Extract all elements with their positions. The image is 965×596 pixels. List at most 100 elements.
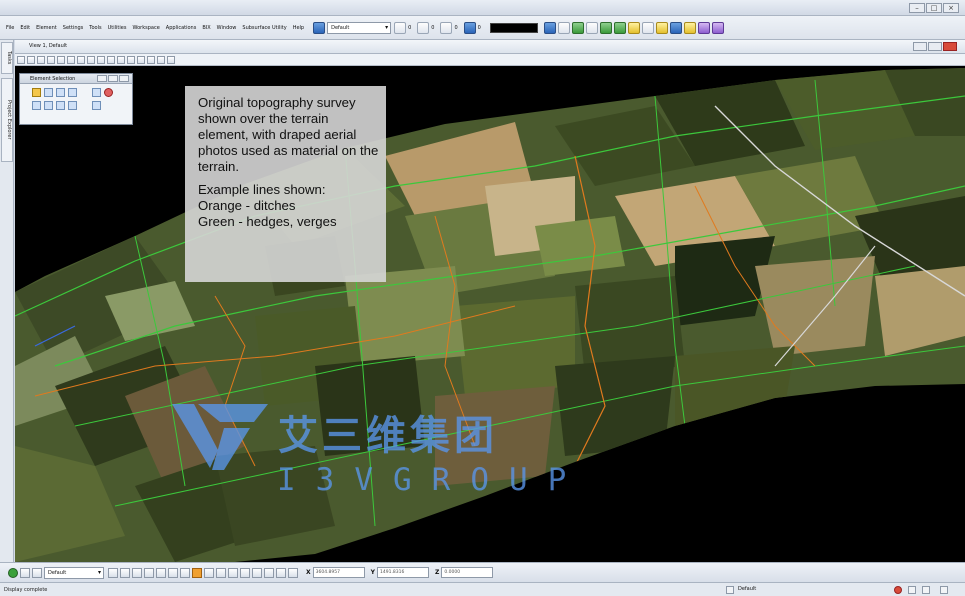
lock-status-icon[interactable] [908,586,916,594]
pan-view-icon[interactable] [97,55,105,64]
view-rotation-icon[interactable] [167,55,175,64]
view-close-button[interactable] [943,42,957,51]
message-center-icon[interactable] [894,586,902,594]
tab-tasks[interactable]: Tasks [1,42,13,74]
origin-snap-icon[interactable] [276,567,286,578]
snap-3-icon[interactable] [168,567,178,578]
place-circle-icon[interactable] [585,21,598,34]
panel-menu-button[interactable] [108,75,118,82]
midpoint-snap-icon[interactable] [204,567,214,578]
snap-2-icon[interactable] [156,567,166,578]
snap-4-icon[interactable] [180,567,190,578]
view-minimize-button[interactable] [913,42,927,51]
tab-project-explorer[interactable]: Project Explorer [1,78,13,162]
element-selection-icon[interactable] [543,21,556,34]
color-icon[interactable] [394,21,407,34]
shape-select-icon[interactable] [56,88,65,97]
snap-mode-icon[interactable] [20,567,30,578]
menu-window[interactable]: Window [217,25,237,31]
bottom-level-dropdown[interactable]: Default ▾ [44,566,104,579]
place-shape-icon[interactable] [571,21,584,34]
maximize-button[interactable]: □ [926,3,942,13]
weight-icon[interactable] [440,21,453,34]
new-selection-icon[interactable] [32,101,41,110]
menu-subsurface-utility[interactable]: Subsurface Utility [242,25,286,31]
y-coordinate-field[interactable]: 1491.8316 [377,567,429,578]
clear-selection-icon[interactable] [104,88,113,97]
view-previous-icon[interactable] [107,55,115,64]
zoom-out-icon[interactable] [57,55,65,64]
invert-selection-icon[interactable] [68,101,77,110]
line-select-icon[interactable] [68,88,77,97]
display-style-icon[interactable] [27,55,35,64]
snap-1-icon[interactable] [144,567,154,578]
menu-edit[interactable]: Edit [20,25,30,31]
intersection-snap-icon[interactable] [228,567,238,578]
fit-view-icon[interactable] [77,55,85,64]
grid-icon[interactable] [120,567,130,578]
camera-icon[interactable] [711,21,724,34]
info-icon[interactable] [669,21,682,34]
panel-close-button[interactable] [119,75,129,82]
move-icon[interactable] [613,21,626,34]
clip-volume-icon[interactable] [147,55,155,64]
close-button[interactable]: × [943,3,959,13]
design-file-status-icon[interactable] [922,586,930,594]
camera-setup-icon[interactable] [137,55,145,64]
block-select-icon[interactable] [44,88,53,97]
menu-bix[interactable]: BIX [202,25,210,31]
view-maximize-button[interactable] [928,42,942,51]
favorites-icon[interactable] [683,21,696,34]
bisector-snap-icon[interactable] [288,567,298,578]
toggle-3d-icon[interactable] [127,55,135,64]
view-toolbar [15,54,965,66]
accudraw-bar: Default ▾ X 3604.8957 Y 1491.8316 Z 0.000… [0,562,965,582]
panel-dock-button[interactable] [97,75,107,82]
active-color-swatch[interactable] [489,22,538,33]
active-snap-icon[interactable] [192,567,202,578]
copy-icon[interactable] [599,21,612,34]
fence-icon[interactable] [655,21,668,34]
z-coordinate-field[interactable]: 0.0000 [441,567,494,578]
linestyle-icon[interactable] [417,21,430,34]
model-icon[interactable] [726,586,734,594]
menu-help[interactable]: Help [293,25,304,31]
update-view-icon[interactable] [37,55,45,64]
snap-grid-icon[interactable] [132,567,142,578]
keypoint-snap-icon[interactable] [108,567,118,578]
menu-element[interactable]: Element [36,25,57,31]
select-all-icon[interactable] [92,101,101,110]
measure-icon[interactable] [641,21,654,34]
rotate-view-icon[interactable] [87,55,95,64]
menu-tools[interactable]: Tools [89,25,101,31]
window-area-icon[interactable] [67,55,75,64]
minimize-button[interactable]: – [909,3,925,13]
menu-settings[interactable]: Settings [63,25,84,31]
menu-applications[interactable]: Applications [166,25,197,31]
add-selection-icon[interactable] [44,101,53,110]
active-level-dropdown[interactable]: Default ▾ [327,21,392,34]
transparency-icon[interactable] [463,21,476,34]
view-attributes-icon[interactable] [17,55,25,64]
menu-workspace[interactable]: Workspace [132,25,159,31]
tangent-snap-icon[interactable] [252,567,262,578]
perpendicular-snap-icon[interactable] [240,567,250,578]
menu-file[interactable]: File [6,25,14,31]
nearest-snap-icon[interactable] [264,567,274,578]
level-manager-icon[interactable] [313,21,326,34]
walk-icon[interactable] [157,55,165,64]
x-coordinate-field[interactable]: 3604.8957 [312,567,365,578]
subtract-selection-icon[interactable] [56,101,65,110]
zoom-in-icon[interactable] [47,55,55,64]
individual-select-icon[interactable] [32,88,41,97]
view-next-icon[interactable] [117,55,125,64]
center-snap-icon[interactable] [216,567,226,578]
place-line-icon[interactable] [557,21,570,34]
accudraw-icon[interactable] [8,567,18,578]
render-icon[interactable] [697,21,710,34]
method-select-icon[interactable] [92,88,101,97]
settings-status-icon[interactable] [940,586,948,594]
locks-icon[interactable] [32,567,42,578]
modify-icon[interactable] [627,21,640,34]
menu-utilities[interactable]: Utilities [108,25,127,31]
